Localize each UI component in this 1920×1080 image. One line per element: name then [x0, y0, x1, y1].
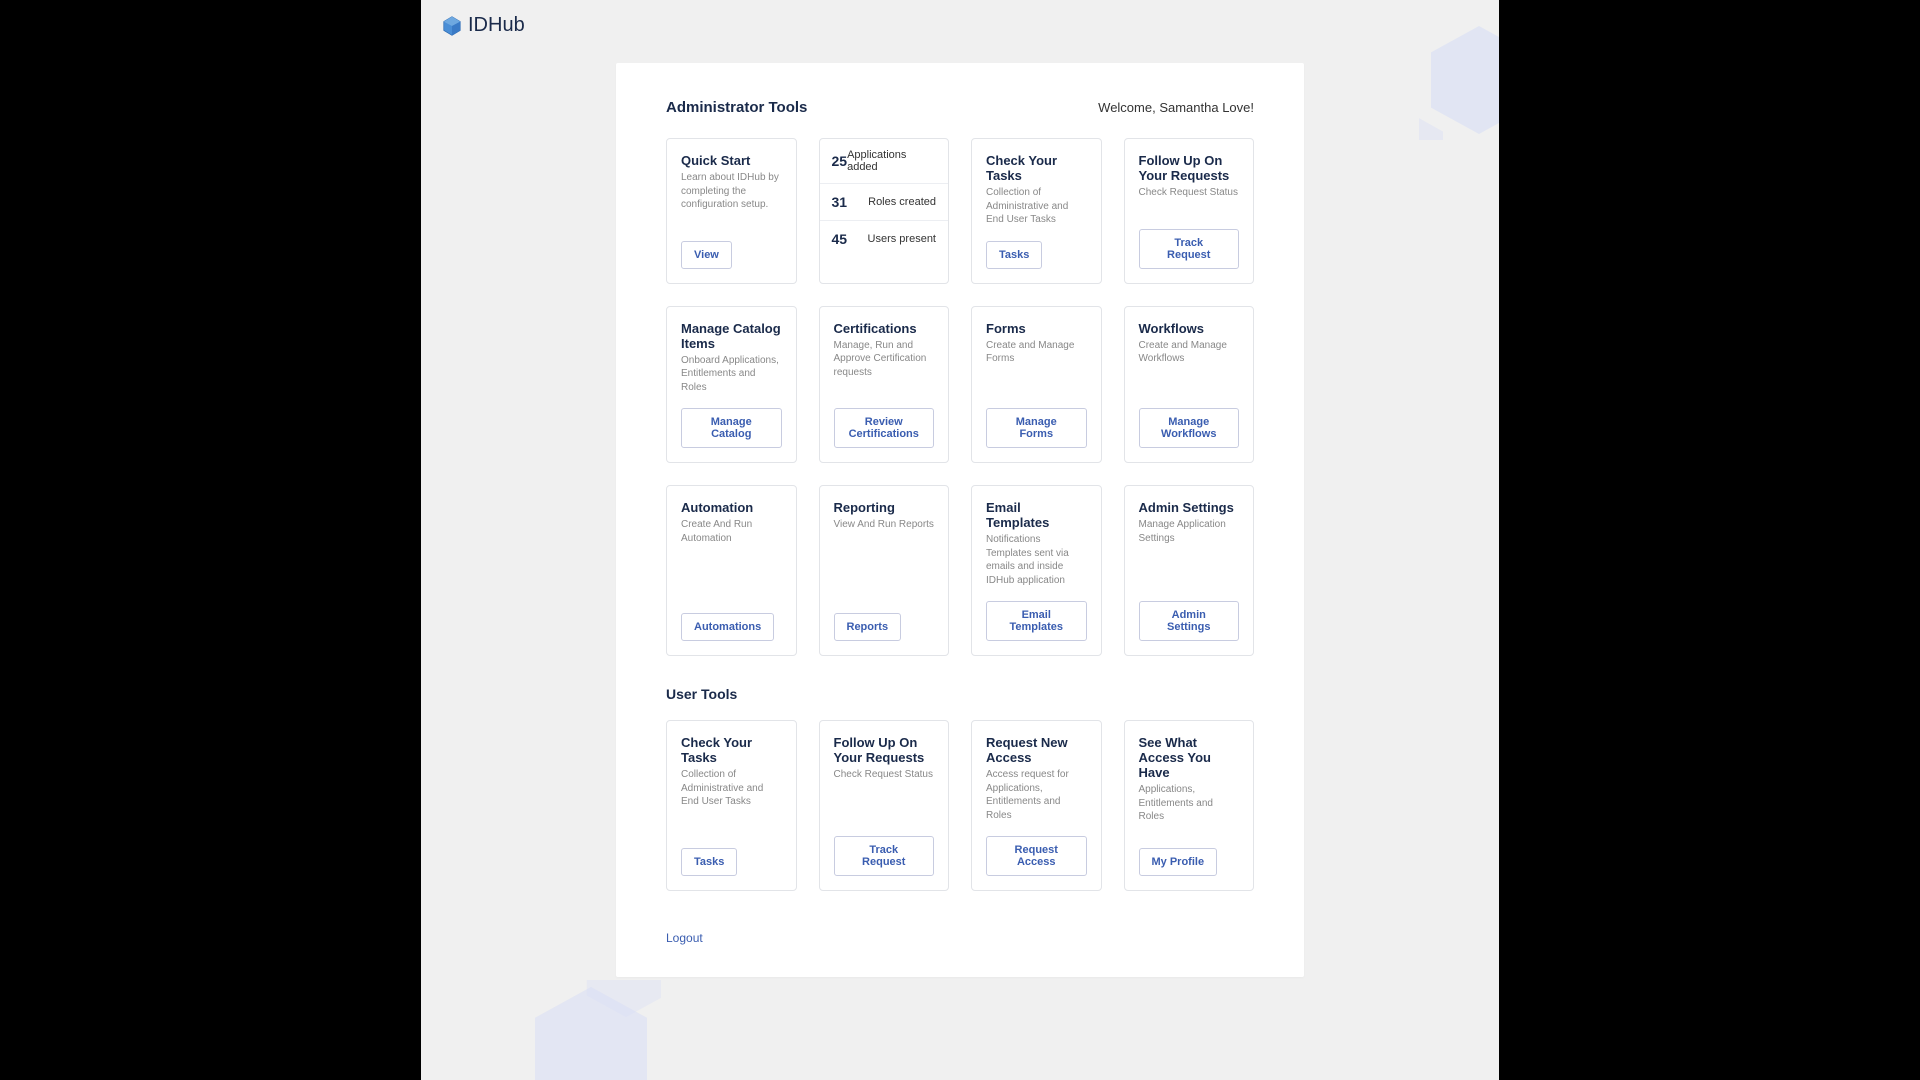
- card-user-check-tasks: Check Your Tasks Collection of Administr…: [666, 720, 797, 891]
- stat-roles: 31 Roles created: [820, 184, 949, 221]
- card-forms: Forms Create and Manage Forms Manage For…: [971, 306, 1102, 464]
- card-check-tasks: Check Your Tasks Collection of Administr…: [971, 138, 1102, 284]
- logo[interactable]: IDHub: [441, 14, 1479, 37]
- view-button[interactable]: View: [681, 241, 732, 269]
- card-title: Follow Up On Your Requests: [834, 735, 935, 765]
- card-desc: Collection of Administrative and End Use…: [986, 186, 1087, 227]
- card-desc: Create and Manage Forms: [986, 339, 1087, 395]
- card-title: Manage Catalog Items: [681, 321, 782, 351]
- welcome-text: Welcome, Samantha Love!: [1098, 100, 1254, 115]
- card-desc: Check Request Status: [1139, 186, 1240, 215]
- stat-label: Roles created: [868, 196, 936, 208]
- card-title: Follow Up On Your Requests: [1139, 153, 1240, 183]
- logout-link[interactable]: Logout: [666, 931, 703, 945]
- review-certifications-button[interactable]: Review Certifications: [834, 408, 935, 448]
- reports-button[interactable]: Reports: [834, 613, 902, 641]
- stats-card: 25 Applications added 31 Roles created 4…: [819, 138, 950, 284]
- user-tools-heading: User Tools: [666, 686, 1254, 702]
- admin-tools-heading: Administrator Tools: [666, 99, 807, 116]
- manage-catalog-button[interactable]: Manage Catalog: [681, 408, 782, 448]
- track-request-button[interactable]: Track Request: [1139, 229, 1240, 269]
- card-title: Automation: [681, 500, 782, 515]
- track-request-button[interactable]: Track Request: [834, 836, 935, 876]
- manage-forms-button[interactable]: Manage Forms: [986, 408, 1087, 448]
- card-see-access: See What Access You Have Applications, E…: [1124, 720, 1255, 891]
- card-desc: Access request for Applications, Entitle…: [986, 768, 1087, 822]
- manage-workflows-button[interactable]: Manage Workflows: [1139, 408, 1240, 448]
- card-workflows: Workflows Create and Manage Workflows Ma…: [1124, 306, 1255, 464]
- card-manage-catalog: Manage Catalog Items Onboard Application…: [666, 306, 797, 464]
- card-desc: Notifications Templates sent via emails …: [986, 533, 1087, 587]
- decorative-hexagon-top: [1419, 20, 1499, 140]
- card-email-templates: Email Templates Notifications Templates …: [971, 485, 1102, 656]
- tasks-button[interactable]: Tasks: [986, 241, 1042, 269]
- decorative-hexagon-bottom: [521, 980, 661, 1080]
- card-desc: Check Request Status: [834, 768, 935, 822]
- card-title: Request New Access: [986, 735, 1087, 765]
- card-title: Check Your Tasks: [986, 153, 1087, 183]
- card-desc: Learn about IDHub by completing the conf…: [681, 171, 782, 227]
- admin-settings-button[interactable]: Admin Settings: [1139, 601, 1240, 641]
- card-desc: Collection of Administrative and End Use…: [681, 768, 782, 834]
- main-content: Administrator Tools Welcome, Samantha Lo…: [616, 63, 1304, 977]
- card-title: Check Your Tasks: [681, 735, 782, 765]
- request-access-button[interactable]: Request Access: [986, 836, 1087, 876]
- automations-button[interactable]: Automations: [681, 613, 774, 641]
- stat-applications: 25 Applications added: [820, 139, 949, 184]
- card-title: Forms: [986, 321, 1087, 336]
- card-quick-start: Quick Start Learn about IDHub by complet…: [666, 138, 797, 284]
- card-title: See What Access You Have: [1139, 735, 1240, 780]
- email-templates-button[interactable]: Email Templates: [986, 601, 1087, 641]
- card-desc: Create and Manage Workflows: [1139, 339, 1240, 395]
- card-follow-up: Follow Up On Your Requests Check Request…: [1124, 138, 1255, 284]
- card-desc: Manage, Run and Approve Certification re…: [834, 339, 935, 395]
- logo-text: IDHub: [468, 14, 525, 37]
- card-title: Quick Start: [681, 153, 782, 168]
- card-title: Reporting: [834, 500, 935, 515]
- card-title: Certifications: [834, 321, 935, 336]
- card-user-follow-up: Follow Up On Your Requests Check Request…: [819, 720, 950, 891]
- card-title: Email Templates: [986, 500, 1087, 530]
- stat-label: Applications added: [847, 149, 936, 173]
- stat-value: 45: [832, 231, 848, 247]
- card-automation: Automation Create And Run Automation Aut…: [666, 485, 797, 656]
- card-desc: Applications, Entitlements and Roles: [1139, 783, 1240, 834]
- card-reporting: Reporting View And Run Reports Reports: [819, 485, 950, 656]
- card-desc: Manage Application Settings: [1139, 518, 1240, 587]
- stat-value: 25: [832, 153, 848, 169]
- tasks-button[interactable]: Tasks: [681, 848, 737, 876]
- card-admin-settings: Admin Settings Manage Application Settin…: [1124, 485, 1255, 656]
- card-desc: Onboard Applications, Entitlements and R…: [681, 354, 782, 395]
- my-profile-button[interactable]: My Profile: [1139, 848, 1218, 876]
- card-title: Admin Settings: [1139, 500, 1240, 515]
- stat-users: 45 Users present: [820, 221, 949, 257]
- stat-value: 31: [832, 194, 848, 210]
- card-title: Workflows: [1139, 321, 1240, 336]
- card-certifications: Certifications Manage, Run and Approve C…: [819, 306, 950, 464]
- card-desc: View And Run Reports: [834, 518, 935, 599]
- card-request-access: Request New Access Access request for Ap…: [971, 720, 1102, 891]
- card-desc: Create And Run Automation: [681, 518, 782, 599]
- logo-icon: [441, 15, 463, 37]
- stat-label: Users present: [868, 233, 936, 245]
